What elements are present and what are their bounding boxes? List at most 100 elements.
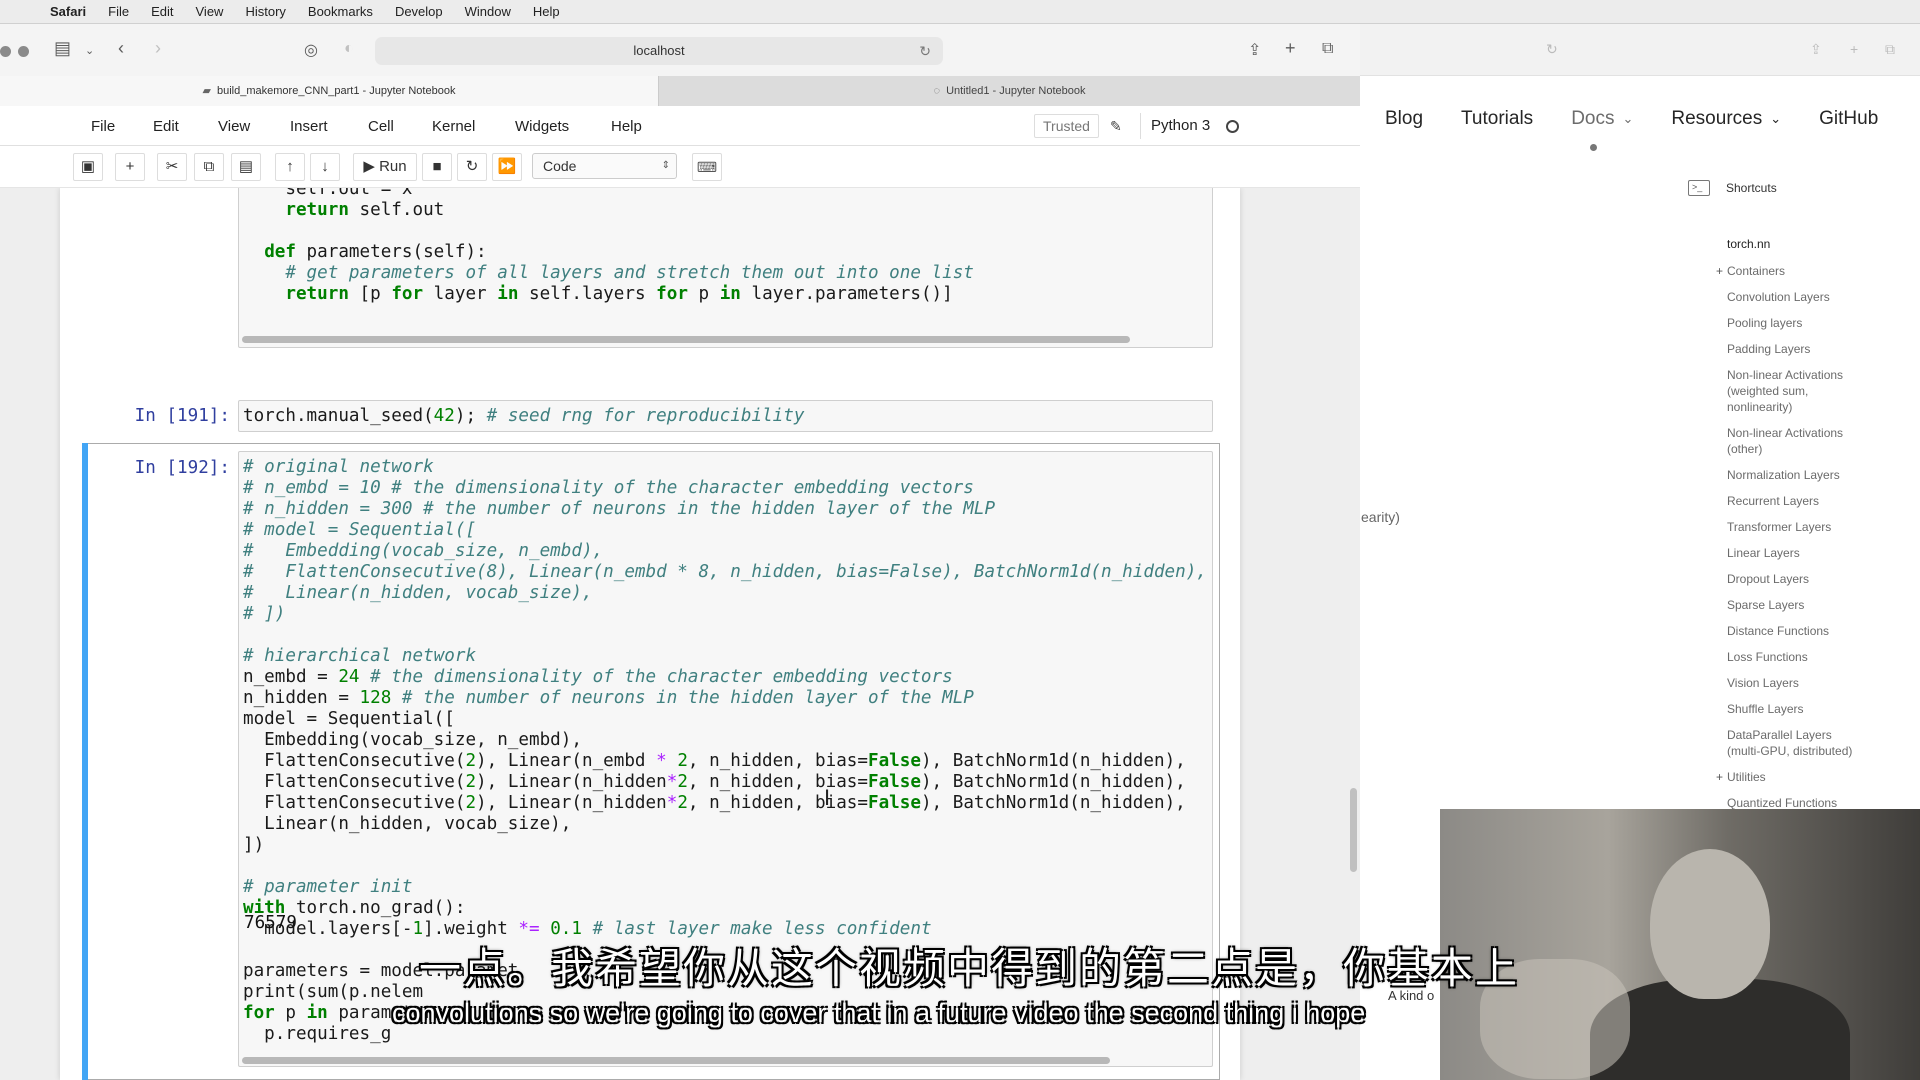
nav-tutorials[interactable]: Tutorials	[1461, 108, 1533, 130]
move-up-icon[interactable]: ↑	[275, 153, 305, 181]
chevron-updown-icon: ⇕	[661, 160, 670, 171]
copy-icon[interactable]: ⧉	[194, 153, 224, 181]
sidebar-item-normalization[interactable]: Normalization Layers	[1716, 467, 1866, 483]
jmenu-view[interactable]: View	[218, 118, 250, 135]
sidebar-item-containers[interactable]: Containers	[1716, 263, 1866, 279]
menu-develop[interactable]: Develop	[395, 4, 443, 19]
code-editor[interactable]: torch.manual_seed(42); # seed rng for re…	[239, 401, 1212, 427]
sidebar-item-shuffle[interactable]: Shuffle Layers	[1716, 701, 1866, 717]
paste-icon[interactable]: ▤	[231, 153, 261, 181]
new-tab-icon: +	[1850, 41, 1859, 57]
sidebar-item-dataparallel[interactable]: DataParallel Layers (multi-GPU, distribu…	[1716, 727, 1866, 759]
nav-github[interactable]: GitHub	[1819, 108, 1878, 130]
nav-resources-label: Resources	[1671, 108, 1763, 129]
sidebar-item-dropout[interactable]: Dropout Layers	[1716, 571, 1866, 587]
sidebar-item-sparse[interactable]: Sparse Layers	[1716, 597, 1866, 613]
privacy-report-icon[interactable]: ◎	[304, 40, 318, 60]
nav-blog[interactable]: Blog	[1385, 108, 1423, 130]
code-line: # get parameters of all layers and stret…	[285, 263, 974, 283]
code-cell-191[interactable]: torch.manual_seed(42); # seed rng for re…	[238, 400, 1213, 432]
code-line: # FlattenConsecutive(8), Linear(n_embd *…	[243, 562, 1207, 582]
code-line: self.out = x	[243, 188, 413, 199]
jmenu-insert[interactable]: Insert	[290, 118, 328, 135]
save-icon[interactable]: ▣	[73, 153, 103, 181]
url-text: localhost	[633, 43, 685, 58]
tab-overview-icon[interactable]: ⧉	[1322, 40, 1333, 58]
jmenu-widgets[interactable]: Widgets	[515, 118, 569, 135]
play-icon: ▶	[363, 158, 380, 175]
code-cell-previous[interactable]: self.out = x return self.out def paramet…	[238, 188, 1213, 348]
run-button[interactable]: ▶ Run	[353, 153, 417, 181]
menu-history[interactable]: History	[245, 4, 285, 19]
forward-icon[interactable]: ›	[155, 38, 161, 59]
sidebar-toggle-icon[interactable]: ▤	[54, 38, 71, 59]
new-tab-icon[interactable]: +	[1285, 38, 1296, 59]
menu-view[interactable]: View	[196, 4, 224, 19]
tab-overview-icon: ⧉	[1885, 41, 1895, 57]
move-down-icon[interactable]: ↓	[310, 153, 340, 181]
sidebar-item-linear[interactable]: Linear Layers	[1716, 545, 1866, 561]
chevron-down-icon: ⌄	[1622, 111, 1634, 126]
share-icon[interactable]: ⇪	[1248, 40, 1261, 60]
fast-forward-icon[interactable]: ⏩	[492, 153, 522, 181]
sidebar-item-transformer[interactable]: Transformer Layers	[1716, 519, 1866, 535]
sidebar-item-pooling[interactable]: Pooling layers	[1716, 315, 1866, 331]
sidebar-item-convolution[interactable]: Convolution Layers	[1716, 289, 1866, 305]
text-cursor-icon: Ι	[824, 785, 831, 810]
menu-file[interactable]: File	[108, 4, 129, 19]
nav-docs-label: Docs	[1571, 108, 1615, 129]
reload-icon[interactable]: ↻	[919, 37, 931, 65]
sidebar-item-vision[interactable]: Vision Layers	[1716, 675, 1866, 691]
sidebar-item-nonlinear-other[interactable]: Non-linear Activations (other)	[1716, 425, 1866, 457]
trusted-badge[interactable]: Trusted	[1034, 114, 1099, 138]
jmenu-cell[interactable]: Cell	[368, 118, 394, 135]
menu-bookmarks[interactable]: Bookmarks	[308, 4, 373, 19]
add-cell-icon[interactable]: +	[115, 153, 145, 181]
menu-help[interactable]: Help	[533, 4, 560, 19]
restart-icon[interactable]: ↻	[457, 153, 487, 181]
stop-icon[interactable]: ■	[422, 153, 452, 181]
tab-build-makemore[interactable]: ▰ build_makemore_CNN_part1 - Jupyter Note…	[0, 76, 658, 106]
cell-type-select[interactable]: Code ⇕	[532, 153, 677, 179]
window-minimize-button[interactable]	[18, 46, 29, 57]
menu-window[interactable]: Window	[465, 4, 511, 19]
sidebar-item-utilities[interactable]: Utilities	[1716, 769, 1866, 785]
vertical-scrollbar[interactable]	[1350, 788, 1357, 872]
code-line: def parameters(self):	[264, 242, 487, 262]
code-line: # hierarchical network	[243, 646, 477, 666]
chevron-down-icon[interactable]: ⌄	[85, 44, 94, 57]
back-icon[interactable]: ‹	[118, 38, 124, 59]
docs-text-fragment: earity)	[1361, 509, 1400, 525]
tab-title: Untitled1 - Jupyter Notebook	[946, 85, 1086, 97]
cut-icon[interactable]: ✂	[157, 153, 187, 181]
code-line: torch.manual_seed(42); # seed rng for re…	[243, 406, 805, 426]
edit-pencil-icon[interactable]: ✎	[1110, 118, 1122, 135]
keyboard-icon[interactable]: ⌨	[692, 153, 722, 181]
window-close-button[interactable]	[0, 46, 11, 57]
safari-toolbar: ▤ ⌄ ‹ › ◎ ◐ localhost ↻ ⇪ + ⧉	[0, 24, 1360, 76]
nav-docs[interactable]: Docs ⌄	[1571, 108, 1633, 130]
menu-safari[interactable]: Safari	[50, 4, 86, 19]
sidebar-item-recurrent[interactable]: Recurrent Layers	[1716, 493, 1866, 509]
horizontal-scrollbar[interactable]	[242, 1057, 1110, 1064]
jmenu-edit[interactable]: Edit	[153, 118, 179, 135]
jmenu-file[interactable]: File	[91, 118, 115, 135]
code-editor[interactable]: self.out = x return self.out def paramet…	[239, 188, 1212, 305]
address-bar[interactable]: localhost ↻	[375, 37, 943, 65]
docs-section-title[interactable]: torch.nn	[1727, 237, 1770, 251]
sidebar-item-nonlinear-weighted[interactable]: Non-linear Activations (weighted sum, no…	[1716, 367, 1866, 415]
tab-untitled1[interactable]: ◌ Untitled1 - Jupyter Notebook	[658, 76, 1360, 106]
tab-title: build_makemore_CNN_part1 - Jupyter Noteb…	[217, 85, 456, 97]
sidebar-item-loss[interactable]: Loss Functions	[1716, 649, 1866, 665]
shield-icon[interactable]: ◐	[344, 40, 354, 58]
code-line: # ])	[243, 604, 286, 624]
menu-edit[interactable]: Edit	[151, 4, 173, 19]
jmenu-kernel[interactable]: Kernel	[432, 118, 475, 135]
sidebar-item-distance[interactable]: Distance Functions	[1716, 623, 1866, 639]
jmenu-help[interactable]: Help	[611, 118, 642, 135]
sidebar-item-padding[interactable]: Padding Layers	[1716, 341, 1866, 357]
shortcuts-link[interactable]: Shortcuts	[1726, 181, 1777, 195]
nav-resources[interactable]: Resources ⌄	[1671, 108, 1781, 130]
horizontal-scrollbar[interactable]	[242, 336, 1130, 343]
code-line: Linear(n_hidden, vocab_size),	[243, 814, 572, 834]
